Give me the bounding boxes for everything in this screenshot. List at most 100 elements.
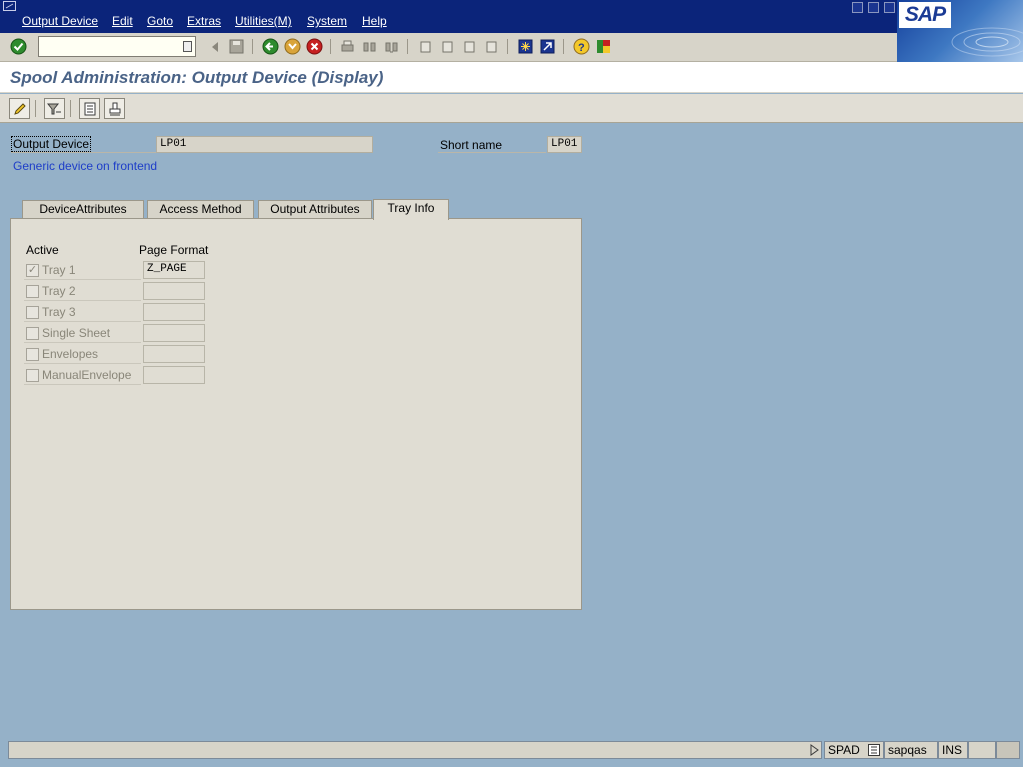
save-icon[interactable] [228, 38, 245, 55]
last-page-icon[interactable] [483, 38, 500, 55]
menu-extras[interactable]: Extras [187, 14, 221, 28]
insert-mode-field[interactable]: INS [938, 741, 968, 759]
envelopes-page-format-field[interactable] [143, 345, 205, 363]
print-icon[interactable] [339, 38, 356, 55]
command-field[interactable] [38, 36, 196, 57]
shortcut-icon[interactable] [539, 38, 556, 55]
tray-1-label: Tray 1 [42, 263, 76, 277]
label-underline [11, 152, 156, 153]
menu-system[interactable]: System [307, 14, 347, 28]
expand-status-icon[interactable] [806, 741, 823, 758]
tray-3-label: Tray 3 [42, 305, 76, 319]
manual-envelope-checkbox[interactable] [26, 369, 39, 382]
stamp-icon [109, 102, 120, 115]
page-title: Spool Administration: Output Device (Dis… [10, 68, 384, 87]
previous-page-icon[interactable] [439, 38, 456, 55]
short-name-field[interactable]: LP01 [547, 136, 582, 153]
transaction-code: SPAD [828, 743, 860, 757]
exit-icon[interactable] [284, 38, 301, 55]
title-bar: Spool Administration: Output Device (Dis… [0, 62, 1023, 93]
tray-3-page-format-field[interactable] [143, 303, 205, 321]
manual-envelope-page-format-field[interactable] [143, 366, 205, 384]
menu-output-device[interactable]: Output Device [22, 14, 98, 28]
status-bar: SPAD sapqas INS [0, 738, 1023, 767]
toolbar-separator [563, 39, 564, 54]
single-sheet-page-format-field[interactable] [143, 324, 205, 342]
find-next-icon[interactable] [383, 38, 400, 55]
active-column-header: Active [26, 243, 59, 257]
status-message-area [8, 741, 822, 759]
sap-logo: SAP [899, 2, 951, 28]
first-page-icon[interactable] [417, 38, 434, 55]
tray-row: Envelopes [24, 345, 141, 364]
short-name-label: Short name [440, 138, 503, 152]
menu-help[interactable]: Help [362, 14, 387, 28]
svg-text:?: ? [578, 42, 585, 54]
page-format-column-header: Page Format [139, 243, 209, 257]
transaction-field: SPAD [824, 741, 884, 759]
tray-2-page-format-field[interactable] [143, 282, 205, 300]
sap-logo-text: SAP [904, 3, 946, 26]
customize-layout-icon[interactable] [595, 38, 612, 55]
output-device-field[interactable]: LP01 [156, 136, 373, 153]
menu-edit[interactable]: Edit [112, 14, 133, 28]
tray-3-checkbox[interactable] [26, 306, 39, 319]
envelopes-label: Envelopes [42, 347, 99, 361]
tray-1-checkbox[interactable]: ✓ [26, 264, 39, 277]
back-icon[interactable] [262, 38, 279, 55]
tab-access-method[interactable]: Access Method [147, 200, 254, 219]
toolbar-separator [507, 39, 508, 54]
status-spare-field [968, 741, 996, 759]
system-menu-icon[interactable] [3, 1, 17, 12]
label-underline [438, 152, 546, 153]
help-icon[interactable]: ? [573, 38, 590, 55]
tab-output-attributes[interactable]: Output Attributes [258, 200, 372, 219]
command-history-icon[interactable] [183, 41, 192, 52]
tray-row: ✓ Tray 1 [24, 261, 141, 280]
pencil-icon [13, 102, 26, 115]
tray-row: Tray 2 [24, 282, 141, 301]
tray-2-label: Tray 2 [42, 284, 76, 298]
create-session-icon[interactable] [517, 38, 534, 55]
tray-2-checkbox[interactable] [26, 285, 39, 298]
toolbar-separator [70, 100, 71, 117]
display-change-button[interactable] [9, 98, 30, 119]
minimize-icon[interactable] [852, 2, 863, 13]
printer-test-button[interactable] [104, 98, 125, 119]
toolbar-separator [407, 39, 408, 54]
restore-icon[interactable] [868, 2, 879, 13]
tray-1-page-format-field[interactable]: Z_PAGE [143, 261, 205, 279]
find-icon[interactable] [361, 38, 378, 55]
session-info-icon[interactable] [868, 744, 880, 756]
application-toolbar [0, 94, 1023, 123]
toolbar-separator [252, 39, 253, 54]
standard-toolbar: ? [0, 33, 897, 62]
tab-device-attributes[interactable]: DeviceAttributes [22, 200, 144, 219]
tray-row: Single Sheet [24, 324, 141, 343]
single-sheet-label: Single Sheet [42, 326, 111, 340]
list-icon [84, 102, 95, 115]
device-filter-button[interactable] [44, 98, 65, 119]
menu-utilities[interactable]: Utilities(M) [235, 14, 292, 28]
cancel-icon[interactable] [306, 38, 323, 55]
menu-bar: Output Device Edit Goto Extras Utilities… [0, 0, 1023, 33]
toolbar-separator [35, 100, 36, 117]
collapse-command-icon[interactable] [206, 38, 223, 55]
manual-envelope-label: ManualEnvelope [42, 368, 132, 382]
next-page-icon[interactable] [461, 38, 478, 55]
resize-grip-icon[interactable] [996, 741, 1020, 759]
single-sheet-checkbox[interactable] [26, 327, 39, 340]
tray-row: ManualEnvelope [24, 366, 141, 385]
device-description: Generic device on frontend [13, 159, 158, 173]
output-device-label: Output Device [11, 136, 92, 152]
close-window-icon[interactable] [884, 2, 895, 13]
toolbar-separator [330, 39, 331, 54]
tab-tray-info[interactable]: Tray Info [373, 199, 449, 220]
menu-goto[interactable]: Goto [147, 14, 173, 28]
server-field: sapqas [884, 741, 938, 759]
filter-icon [47, 103, 61, 114]
enter-check-icon[interactable] [10, 38, 27, 55]
device-settings-button[interactable] [79, 98, 100, 119]
envelopes-checkbox[interactable] [26, 348, 39, 361]
tray-row: Tray 3 [24, 303, 141, 322]
